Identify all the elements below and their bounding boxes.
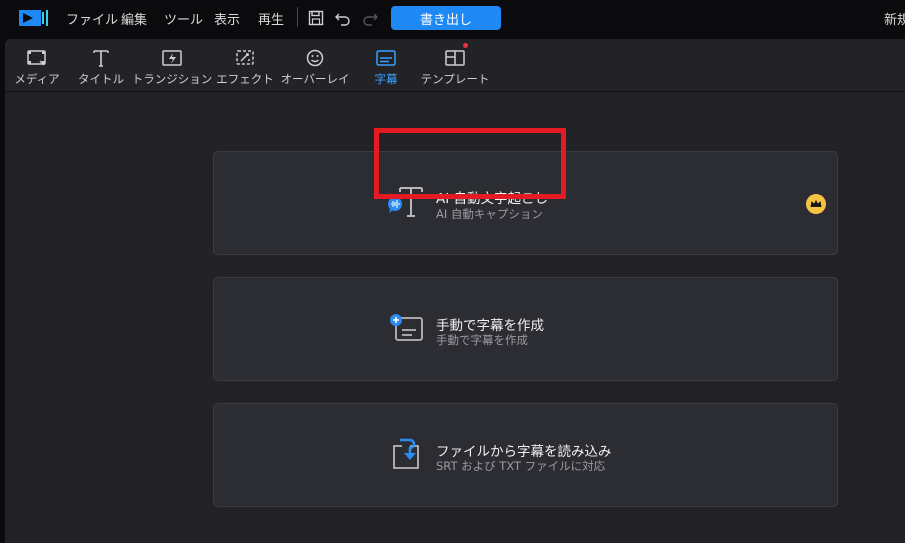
import-subtitle-card[interactable]: ファイルから字幕を読み込み SRT および TXT ファイルに対応: [213, 403, 838, 507]
card-title: AI 自動文字起こし: [436, 191, 549, 207]
menu-bar: ファイル 編集 ツール 表示 再生 書き出し 新規: [0, 0, 905, 36]
card-subtitle: 手動で字幕を作成: [436, 333, 528, 347]
card-title: ファイルから字幕を読み込み: [436, 444, 612, 460]
tab-label: オーバーレイ: [280, 72, 350, 86]
card-title: 手動で字幕を作成: [436, 318, 544, 334]
media-icon: [27, 50, 46, 66]
save-icon[interactable]: [307, 9, 325, 27]
card-subtitle: SRT および TXT ファイルに対応: [436, 459, 606, 473]
export-button[interactable]: 書き出し: [391, 6, 501, 30]
tab-label: タイトル: [78, 72, 124, 86]
subtitle-icon: [376, 50, 396, 66]
tab-media[interactable]: メディア: [14, 39, 60, 91]
undo-icon[interactable]: [334, 9, 352, 27]
tab-label: トランジション: [131, 72, 213, 86]
menu-edit[interactable]: 編集: [121, 9, 147, 28]
new-project-menu[interactable]: 新規: [884, 9, 905, 28]
tab-label: エフェクト: [216, 72, 274, 86]
manual-subtitle-card[interactable]: 手動で字幕を作成 手動で字幕を作成: [213, 277, 838, 381]
tab-subtitle[interactable]: 字幕: [370, 39, 402, 91]
menu-view[interactable]: 表示: [214, 9, 240, 28]
menu-tools[interactable]: ツール: [164, 9, 203, 28]
tab-effect[interactable]: エフェクト: [216, 39, 274, 91]
notification-dot: [463, 43, 468, 48]
manual-subtitle-icon: [390, 314, 423, 341]
tab-transition[interactable]: トランジション: [132, 39, 212, 91]
menu-file[interactable]: ファイル: [66, 9, 118, 28]
library-panel: メディア タイトル トランジション エフェクト オーバーレイ 字幕 テンプレート…: [5, 39, 905, 543]
overlay-icon: [306, 49, 324, 67]
template-icon: [445, 50, 465, 66]
menu-separator: [297, 7, 298, 27]
tab-label: 字幕: [374, 72, 398, 86]
tab-template[interactable]: テンプレート: [420, 39, 490, 91]
effect-icon: [236, 50, 254, 65]
tab-label: テンプレート: [420, 72, 490, 86]
transition-icon: [162, 50, 182, 66]
ai-transcribe-icon: [388, 187, 423, 217]
title-icon: [93, 50, 109, 67]
app-logo-icon[interactable]: [18, 8, 50, 28]
redo-icon[interactable]: [361, 9, 379, 27]
menu-playback[interactable]: 再生: [258, 9, 284, 28]
card-subtitle: AI 自動キャプション: [436, 207, 543, 221]
ai-transcribe-card[interactable]: AI 自動文字起こし AI 自動キャプション: [213, 151, 838, 255]
import-file-icon: [393, 438, 419, 469]
library-tabs: メディア タイトル トランジション エフェクト オーバーレイ 字幕 テンプレート: [5, 39, 905, 92]
tab-title[interactable]: タイトル: [78, 39, 124, 91]
premium-crown-icon: [806, 194, 826, 214]
tab-overlay[interactable]: オーバーレイ: [281, 39, 349, 91]
tab-label: メディア: [14, 72, 60, 86]
